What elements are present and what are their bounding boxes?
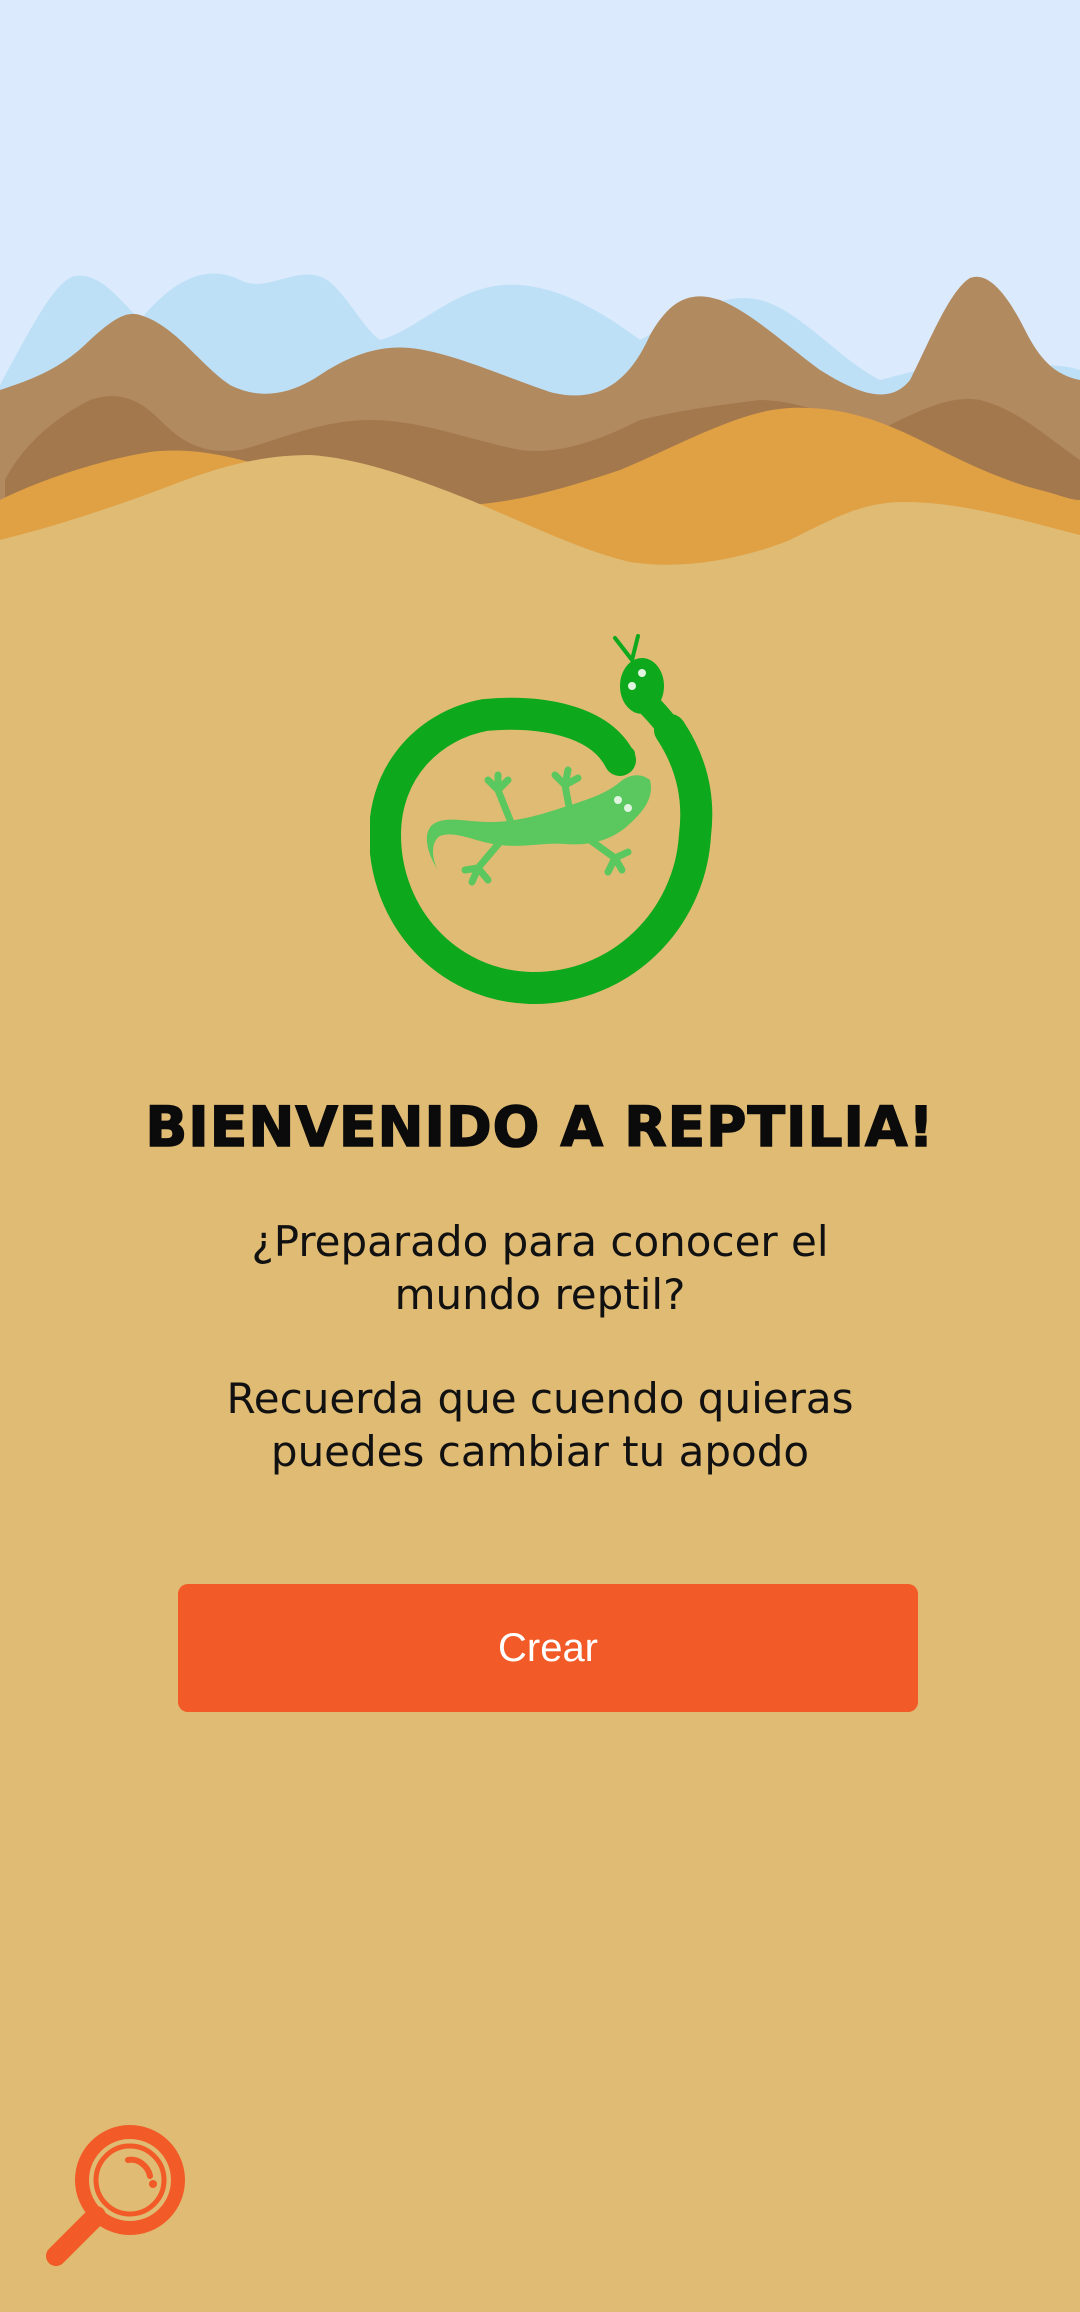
- desert-landscape-illustration: [0, 0, 1080, 580]
- nickname-hint-text: Recuerda que cuendo quieras puedes cambi…: [226, 1374, 854, 1476]
- reptilia-logo-icon: [370, 634, 713, 1005]
- welcome-title: BIENVENIDO A REPTILIA!: [145, 1094, 935, 1160]
- crear-button[interactable]: Crear: [178, 1584, 918, 1712]
- snake-icon: [370, 634, 713, 1005]
- intro-text: ¿Preparado para conocer el mundo reptil?: [251, 1217, 829, 1319]
- lizard-icon: [426, 766, 651, 886]
- magnifier-icon[interactable]: [38, 2118, 188, 2278]
